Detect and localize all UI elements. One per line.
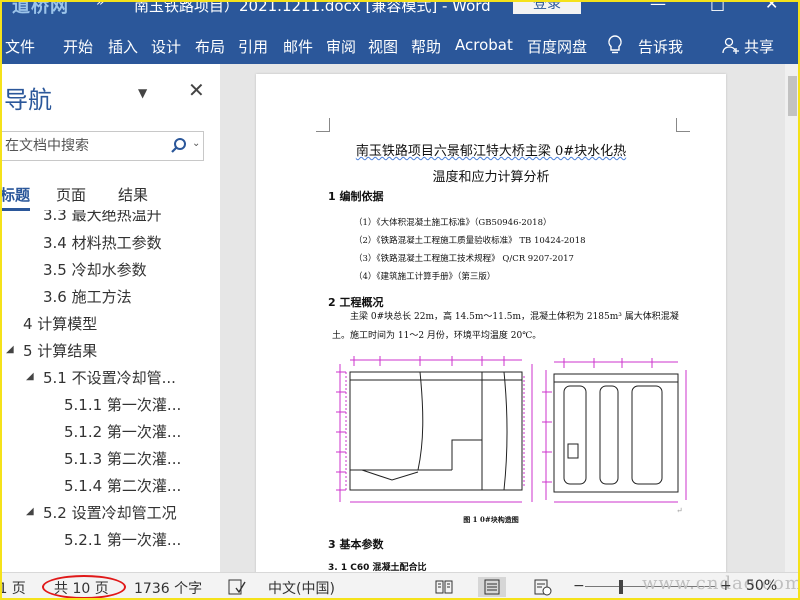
nav-search-input[interactable] (1, 132, 161, 160)
section-heading-3: 3 基本参数 (328, 538, 384, 551)
tab-help[interactable]: 帮助 (411, 36, 441, 57)
zoom-slider-thumb[interactable] (619, 580, 623, 594)
tab-baidu-netdisk[interactable]: 百度网盘 (527, 36, 587, 57)
tell-me-box[interactable]: 告诉我 (638, 36, 683, 57)
reference-item: （3）《铁路混凝土工程施工技术规程》 Q/CR 9207-2017 (354, 254, 574, 264)
tab-references[interactable]: 引用 (238, 36, 268, 57)
lightbulb-icon[interactable] (607, 35, 623, 55)
tab-review[interactable]: 审阅 (326, 36, 356, 57)
heading-tree: 3.3 最大绝热温升 3.4 材料热工参数 3.5 冷却水参数 3.6 施工方法… (0, 210, 220, 572)
login-button[interactable]: 登录 (513, 0, 581, 14)
nav-heading-5[interactable]: 5 计算结果 (23, 340, 97, 361)
zoom-out-button[interactable]: − (573, 578, 585, 594)
title-bar: 道桥网 » 南玉铁路项目）2021.1211.docx [兼容模式] - Wor… (0, 0, 800, 14)
nav-heading-5-1-3[interactable]: 5.1.3 第二次灌... (64, 448, 181, 469)
nav-search-box[interactable]: ⌄ (0, 131, 204, 161)
tab-layout[interactable]: 布局 (195, 36, 225, 57)
collapse-caret-icon[interactable]: ◢ (26, 506, 34, 517)
nav-heading-3-6[interactable]: 3.6 施工方法 (43, 286, 132, 307)
nav-heading-4[interactable]: 4 计算模型 (23, 313, 97, 334)
crop-mark (676, 118, 690, 132)
share-button[interactable]: 共享 (744, 36, 774, 57)
section-heading-3-1: 3. 1 C60 混凝土配合比 (328, 563, 427, 572)
document-page[interactable]: 南玉铁路项目六景郁江特大桥主梁 0#块水化热 温度和应力计算分析 1 编制依据 … (256, 74, 726, 572)
minimize-icon[interactable]: — (650, 0, 666, 13)
vertical-scrollbar[interactable] (785, 64, 800, 572)
zoom-in-button[interactable]: + (720, 578, 732, 594)
tab-acrobat[interactable]: Acrobat (455, 36, 513, 54)
section-heading-1: 1 编制依据 (328, 190, 384, 203)
tab-insert[interactable]: 插入 (108, 36, 138, 57)
share-person-icon[interactable] (722, 37, 740, 55)
nav-heading-5-1-2[interactable]: 5.1.2 第一次灌... (64, 421, 181, 442)
quick-access-more-icon[interactable]: » (96, 0, 105, 10)
reference-item: （2）《铁路混凝土工程施工质量验收标准》 TB 10424-2018 (354, 236, 586, 246)
nav-pane-splitter[interactable] (222, 64, 232, 572)
close-window-icon[interactable]: ✕ (765, 0, 778, 13)
overview-paragraph: 主梁 0#块总长 22m，高 14.5m～11.5m，混凝土体积为 2185m³… (332, 312, 679, 341)
search-icon[interactable] (171, 137, 187, 155)
nav-tabs: 标题 页面 结果 (0, 180, 220, 211)
collapse-caret-icon[interactable]: ◢ (6, 344, 14, 355)
nav-tab-pages[interactable]: 页面 (56, 184, 86, 205)
document-canvas: 南玉铁路项目六景郁江特大桥主梁 0#块水化热 温度和应力计算分析 1 编制依据 … (232, 64, 800, 572)
word-count[interactable]: 1736 个字 (134, 578, 202, 598)
language-indicator[interactable]: 中文(中国) (268, 578, 335, 598)
tab-home[interactable]: 开始 (63, 36, 93, 57)
read-mode-icon[interactable] (430, 577, 458, 597)
structure-drawing (336, 356, 687, 503)
maximize-icon[interactable]: □ (710, 0, 725, 13)
nav-close-icon[interactable]: ✕ (188, 78, 205, 102)
print-layout-icon[interactable] (478, 577, 506, 597)
tab-file[interactable]: 文件 (5, 36, 35, 57)
nav-heading-5-1-1[interactable]: 5.1.1 第一次灌... (64, 394, 181, 415)
reference-item: （1）《大体积混凝土施工标准》（GB50946-2018） (354, 218, 552, 228)
paragraph-mark: ↵ (676, 506, 683, 515)
nav-heading-5-1-4[interactable]: 5.1.4 第二次灌... (64, 475, 181, 496)
nav-heading-5-2-1[interactable]: 5.2.1 第一次灌... (64, 529, 181, 550)
tab-mailings[interactable]: 邮件 (283, 36, 313, 57)
status-bar: 第 1 页 共 10 页 1736 个字 中文(中国) − www.cndao.… (0, 572, 800, 600)
zoom-level[interactable]: 50% (746, 578, 777, 594)
nav-heading-3-5[interactable]: 3.5 冷却水参数 (43, 259, 147, 280)
nav-heading-5-1[interactable]: 5.1 不设置冷却管... (43, 367, 176, 388)
tab-view[interactable]: 视图 (368, 36, 398, 57)
highlight-oval (42, 575, 126, 599)
reference-item: （4）《建筑施工计算手册》（第三版） (354, 272, 496, 282)
nav-heading-5-2[interactable]: 5.2 设置冷却管工况 (43, 502, 177, 523)
ribbon-tab-bar: 文件 开始 插入 设计 布局 引用 邮件 审阅 视图 帮助 Acrobat 百度… (0, 14, 800, 64)
nav-options-dropdown-icon[interactable]: ▼ (138, 86, 147, 100)
tab-design[interactable]: 设计 (151, 36, 181, 57)
web-layout-icon[interactable] (528, 577, 556, 597)
doc-title-line-2: 温度和应力计算分析 (432, 170, 550, 185)
current-page-indicator[interactable]: 第 1 页 (0, 578, 26, 598)
nav-tab-headings[interactable]: 标题 (0, 184, 30, 205)
nav-tab-results[interactable]: 结果 (118, 184, 148, 205)
proofing-icon[interactable] (228, 579, 246, 599)
collapse-caret-icon[interactable]: ◢ (26, 371, 34, 382)
window-title: 南玉铁路项目）2021.1211.docx [兼容模式] - Word (134, 0, 491, 14)
crop-mark (316, 118, 330, 132)
doc-title-line-1: 南玉铁路项目六景郁江特大桥主梁 0#块水化热 (355, 144, 627, 159)
figure-caption: 图 1 0#块构造图 (463, 515, 519, 524)
nav-pane-title: 导航 (4, 86, 52, 114)
scrollbar-thumb[interactable] (788, 76, 797, 116)
navigation-pane: 导航 ▼ ✕ ⌄ 标题 页面 结果 3.3 最大绝热温升 3.4 材料热工参数 … (0, 64, 220, 572)
nav-heading-3-4[interactable]: 3.4 材料热工参数 (43, 232, 162, 253)
nav-heading-3-3[interactable]: 3.3 最大绝热温升 (43, 210, 162, 225)
search-options-chevron-icon[interactable]: ⌄ (192, 138, 200, 149)
site-logo: 道桥网 (12, 0, 69, 14)
